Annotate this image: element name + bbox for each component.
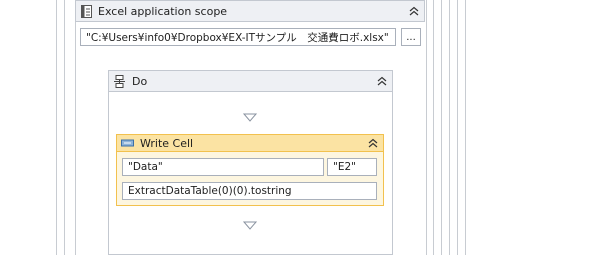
write-cell-header[interactable]: Write Cell xyxy=(116,134,384,152)
excel-document-icon xyxy=(81,4,92,18)
guide-line xyxy=(457,0,458,255)
workbook-path-input[interactable]: "C:¥Users¥info0¥Dropbox¥EX-ITサンプル 交通費ロボ.… xyxy=(80,28,396,46)
guide-line xyxy=(441,0,442,255)
collapse-excel-scope-button[interactable] xyxy=(408,5,420,17)
cell-range-input[interactable]: "E2" xyxy=(327,158,377,176)
write-cell-icon xyxy=(121,139,134,147)
guide-line xyxy=(433,0,434,255)
collapse-write-cell-button[interactable] xyxy=(367,137,379,149)
write-cell-title: Write Cell xyxy=(140,136,194,150)
guide-line xyxy=(56,0,57,255)
drop-arrow-icon[interactable] xyxy=(242,112,258,125)
guide-line xyxy=(449,0,450,255)
chevron-up-double-icon xyxy=(377,76,387,86)
guide-line xyxy=(64,0,65,255)
write-value-input[interactable]: ExtractDataTable(0)(0).tostring xyxy=(122,182,377,200)
guide-line xyxy=(465,0,466,255)
do-sequence-header[interactable]: Do xyxy=(108,70,393,92)
drop-arrow-icon[interactable] xyxy=(242,220,258,233)
sheet-name-input[interactable]: "Data" xyxy=(122,158,324,176)
excel-scope-title: Excel application scope xyxy=(98,4,228,18)
chevron-up-double-icon xyxy=(409,6,419,16)
sequence-icon xyxy=(113,74,126,88)
do-sequence-title: Do xyxy=(132,74,148,88)
excel-scope-header[interactable]: Excel application scope xyxy=(75,0,425,22)
browse-button[interactable]: ... xyxy=(401,28,421,46)
collapse-do-button[interactable] xyxy=(376,75,388,87)
chevron-up-double-icon xyxy=(368,138,378,148)
